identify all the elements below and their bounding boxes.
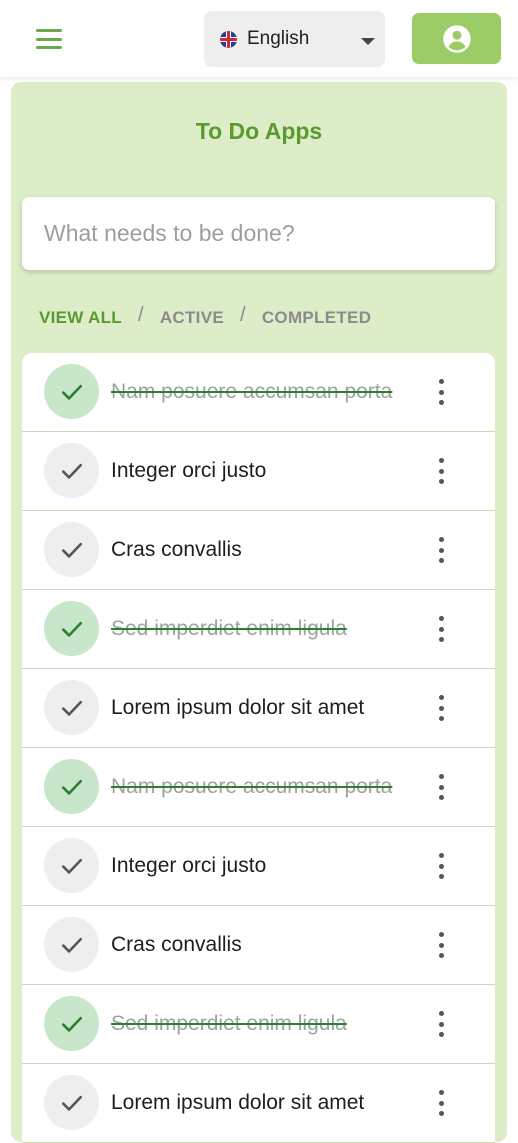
more-options-icon[interactable] xyxy=(431,616,451,642)
check-icon xyxy=(61,1095,82,1111)
todo-text: Sed imperdiet enim ligula xyxy=(111,1012,347,1035)
filter-bar: VIEW ALL / ACTIVE / COMPLETED xyxy=(39,303,371,331)
more-options-icon[interactable] xyxy=(431,458,451,484)
todo-item: Lorem ipsum dolor sit amet xyxy=(22,669,495,748)
language-select[interactable]: English xyxy=(204,11,385,67)
new-todo-field[interactable] xyxy=(22,197,495,270)
todo-text: Cras convallis xyxy=(111,538,242,561)
toggle-complete-button[interactable] xyxy=(44,759,99,814)
check-icon xyxy=(61,542,82,558)
todo-text: Lorem ipsum dolor sit amet xyxy=(111,696,365,719)
language-label: English xyxy=(247,28,310,49)
more-options-icon[interactable] xyxy=(431,537,451,563)
more-options-icon[interactable] xyxy=(431,379,451,405)
filter-active[interactable]: ACTIVE xyxy=(160,308,224,328)
todo-item: Nam posuere accumsan porta xyxy=(22,353,495,432)
toggle-complete-button[interactable] xyxy=(44,443,99,498)
toggle-complete-button[interactable] xyxy=(44,917,99,972)
todo-text: Integer orci justo xyxy=(111,854,267,877)
todo-text: Sed imperdiet enim ligula xyxy=(111,617,347,640)
toggle-complete-button[interactable] xyxy=(44,996,99,1051)
filter-separator: / xyxy=(239,303,246,326)
check-icon xyxy=(61,1016,82,1032)
toggle-complete-button[interactable] xyxy=(44,601,99,656)
todo-item: Cras convallis xyxy=(22,511,495,590)
toggle-complete-button[interactable] xyxy=(44,1075,99,1130)
filter-completed[interactable]: COMPLETED xyxy=(262,308,371,328)
todo-item: Cras convallis xyxy=(22,906,495,985)
more-options-icon[interactable] xyxy=(431,1011,451,1037)
todo-text: Nam posuere accumsan porta xyxy=(111,775,393,798)
todo-item: Integer orci justo xyxy=(22,432,495,511)
app-title: To Do Apps xyxy=(195,118,323,144)
check-icon xyxy=(61,463,82,479)
more-options-icon[interactable] xyxy=(431,695,451,721)
todo-item: Sed imperdiet enim ligula xyxy=(22,590,495,669)
check-icon xyxy=(61,700,82,716)
check-icon xyxy=(61,621,82,637)
more-options-icon[interactable] xyxy=(431,1090,451,1116)
toggle-complete-button[interactable] xyxy=(44,838,99,893)
todo-item: Integer orci justo xyxy=(22,827,495,906)
check-icon xyxy=(61,937,82,953)
todo-item: Sed imperdiet enim ligula xyxy=(22,985,495,1064)
todo-text: Cras convallis xyxy=(111,933,242,956)
todo-text: Lorem ipsum dolor sit amet xyxy=(111,1091,365,1114)
toggle-complete-button[interactable] xyxy=(44,364,99,419)
filter-separator: / xyxy=(137,303,144,326)
check-icon xyxy=(61,858,82,874)
more-options-icon[interactable] xyxy=(431,932,451,958)
todo-item: Nam posuere accumsan porta xyxy=(22,748,495,827)
new-todo-input[interactable] xyxy=(44,220,495,247)
check-icon xyxy=(61,384,82,400)
todo-text: Integer orci justo xyxy=(111,459,267,482)
uk-flag-icon xyxy=(220,30,237,48)
account-circle-icon xyxy=(442,24,471,53)
more-options-icon[interactable] xyxy=(431,853,451,879)
more-options-icon[interactable] xyxy=(431,774,451,800)
todo-text: Nam posuere accumsan porta xyxy=(111,380,393,403)
account-button[interactable] xyxy=(412,13,501,64)
toggle-complete-button[interactable] xyxy=(44,522,99,577)
top-app-bar: English xyxy=(0,0,518,77)
hamburger-menu-icon[interactable] xyxy=(36,29,64,49)
todo-item: Lorem ipsum dolor sit amet xyxy=(22,1064,495,1143)
filter-view-all[interactable]: VIEW ALL xyxy=(39,308,122,328)
todo-list: Nam posuere accumsan porta Integer orci j… xyxy=(22,353,495,1143)
toggle-complete-button[interactable] xyxy=(44,680,99,735)
check-icon xyxy=(61,779,82,795)
chevron-down-icon xyxy=(361,38,375,45)
